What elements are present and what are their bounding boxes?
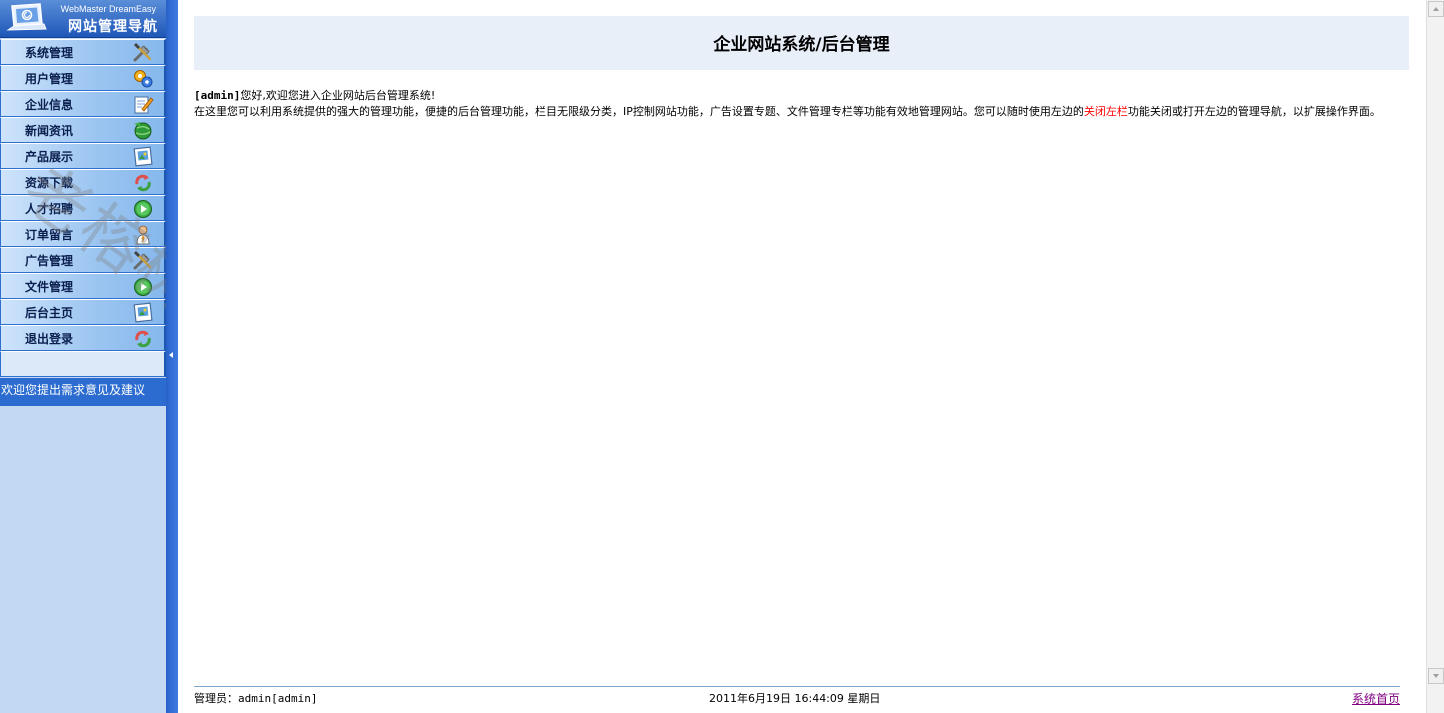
scroll-down-button[interactable] — [1428, 668, 1444, 684]
play-icon — [132, 276, 154, 297]
laptop-logo-icon — [6, 3, 47, 31]
sidebar-item-label: 文件管理 — [25, 280, 74, 294]
sidebar-item-1[interactable]: 系统管理 — [0, 39, 166, 65]
refresh-icon — [132, 172, 154, 193]
picture-icon — [132, 146, 154, 167]
refresh-icon — [132, 328, 154, 349]
sidebar-item-label: 退出登录 — [25, 332, 74, 346]
sidebar-item-9[interactable]: 广告管理 — [0, 247, 166, 273]
title-band: 企业网站系统/后台管理 — [194, 16, 1409, 70]
page-title: 企业网站系统/后台管理 — [713, 35, 890, 55]
globe-icon — [132, 120, 154, 141]
sidebar-item-label: 广告管理 — [25, 254, 74, 268]
user-tie-icon — [132, 224, 154, 245]
footer-admin: 管理员：admin[admin] — [194, 690, 317, 706]
welcome-text: [admin]您好,欢迎您进入企业网站后台管理系统! 在这里您可以利用系统提供的… — [194, 88, 1409, 120]
admin-value: admin[admin] — [238, 692, 318, 705]
picture-icon — [132, 302, 154, 323]
nav-logo: WebMaster DreamEasy 网站管理导航 — [0, 0, 166, 38]
sidebar-item-label: 用户管理 — [25, 72, 74, 86]
sidebar-item-4[interactable]: 新闻资讯 — [0, 117, 166, 143]
left-navigation: WebMaster DreamEasy 网站管理导航 系统管理用户管理企业信息新… — [0, 0, 166, 713]
sidebar-item-label: 人才招聘 — [25, 202, 74, 216]
sidebar-item-6[interactable]: 资源下载 — [0, 169, 166, 195]
sidebar-item-label: 系统管理 — [25, 46, 74, 60]
sidebar-toggle-bar[interactable] — [166, 0, 178, 713]
welcome-body-2: 功能关闭或打开左边的管理导航，以扩展操作界面。 — [1127, 105, 1381, 118]
tools-icon — [132, 250, 154, 271]
tools-icon — [132, 42, 154, 63]
sidebar-item-7[interactable]: 人才招聘 — [0, 195, 166, 221]
sidebar-item-12[interactable]: 退出登录 — [0, 325, 166, 351]
collapse-arrow-icon[interactable] — [169, 352, 173, 358]
sidebar-item-10[interactable]: 文件管理 — [0, 273, 166, 299]
sidebar-item-11[interactable]: 后台主页 — [0, 299, 166, 325]
edit-doc-icon — [132, 94, 154, 115]
sidebar-item-3[interactable]: 企业信息 — [0, 91, 166, 117]
gears-icon — [132, 68, 154, 89]
sidebar-item-label: 订单留言 — [25, 228, 74, 242]
system-home-link[interactable]: 系统首页 — [1352, 690, 1400, 707]
sidebar-item-label: 产品展示 — [25, 150, 74, 164]
admin-label: 管理员： — [194, 692, 238, 705]
welcome-greeting: 您好,欢迎您进入企业网站后台管理系统! — [240, 89, 436, 102]
close-left-bar-link[interactable]: 关闭左栏 — [1084, 105, 1128, 118]
footer-datetime: 2011年6月19日 16:44:09 星期日 — [709, 692, 881, 705]
sidebar-item-label: 新闻资讯 — [25, 124, 74, 138]
sidebar-item-2[interactable]: 用户管理 — [0, 65, 166, 91]
main-content: 企业网站系统/后台管理 [admin]您好,欢迎您进入企业网站后台管理系统! 在… — [178, 0, 1426, 713]
welcome-body-1: 在这里您可以利用系统提供的强大的管理功能，便捷的后台管理功能，栏目无限级分类，I… — [194, 105, 1084, 118]
sidebar-item-5[interactable]: 产品展示 — [0, 143, 166, 169]
logo-subtitle: WebMaster DreamEasy — [60, 4, 156, 14]
play-icon — [132, 198, 154, 219]
logo-title: 网站管理导航 — [68, 19, 158, 35]
footer-divider — [194, 686, 1400, 687]
sidebar-item-8[interactable]: 订单留言 — [0, 221, 166, 247]
feedback-text: 欢迎您提出需求意见及建议 — [0, 378, 166, 406]
sidebar-item-label: 资源下载 — [25, 176, 74, 190]
scroll-up-button[interactable] — [1428, 1, 1444, 17]
nav-menu: 系统管理用户管理企业信息新闻资讯产品展示资源下载人才招聘订单留言广告管理文件管理… — [0, 39, 166, 351]
welcome-user: [admin] — [194, 89, 241, 102]
menu-blank-panel — [0, 351, 166, 377]
vertical-scrollbar[interactable] — [1426, 0, 1444, 713]
sidebar-item-label: 后台主页 — [25, 306, 74, 320]
sidebar-item-label: 企业信息 — [25, 98, 74, 112]
